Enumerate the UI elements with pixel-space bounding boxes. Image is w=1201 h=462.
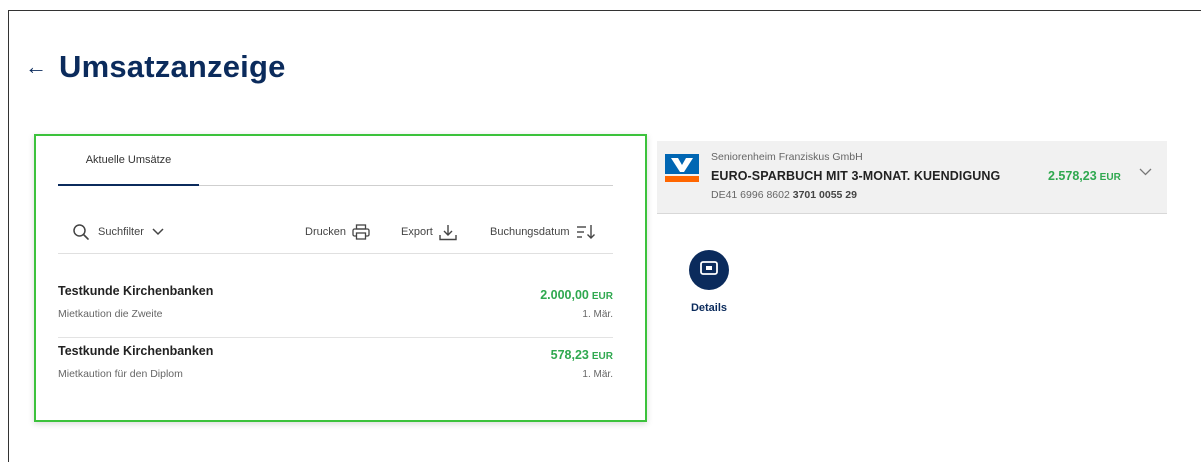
export-label: Export: [401, 226, 433, 238]
transaction-row[interactable]: Testkunde Kirchenbanken Mietkaution für …: [58, 338, 613, 398]
card-icon: [700, 260, 718, 280]
printer-icon: [352, 224, 370, 240]
transaction-date: 1. Mär.: [582, 369, 613, 380]
transaction-description: Mietkaution die Zweite: [58, 308, 163, 320]
amount-value: 2.000,00: [540, 288, 589, 302]
transactions-toolbar: Suchfilter Drucken Export Buchungsdatum: [58, 218, 613, 254]
tab-bar: Aktuelle Umsätze: [58, 136, 613, 186]
arrow-left-icon[interactable]: ←: [25, 56, 47, 78]
transaction-description: Mietkaution für den Diplom: [58, 368, 183, 380]
account-balance: 2.578,23 EUR: [1048, 169, 1121, 183]
transaction-row[interactable]: Testkunde Kirchenbanken Mietkaution die …: [58, 278, 613, 338]
page-title: Umsatzanzeige: [59, 49, 286, 84]
print-label: Drucken: [305, 226, 346, 238]
iban-prefix: DE41 6996 8602: [711, 189, 790, 201]
transactions-panel: Aktuelle Umsätze Suchfilter Drucken Expo…: [34, 134, 647, 422]
search-icon: [72, 223, 90, 241]
tab-aktuelle-umsaetze[interactable]: Aktuelle Umsätze: [58, 136, 199, 186]
amount-value: 578,23: [550, 348, 589, 362]
account-owner: Seniorenheim Franziskus GmbH: [711, 151, 863, 163]
amount-currency: EUR: [591, 351, 613, 362]
sort-label: Buchungsdatum: [490, 226, 570, 238]
export-button[interactable]: Export: [401, 218, 457, 246]
search-filter-button[interactable]: Suchfilter: [72, 218, 164, 246]
transactions-list: Testkunde Kirchenbanken Mietkaution die …: [58, 278, 613, 398]
iban-account-number: 3701 0055 29: [792, 189, 857, 201]
balance-value: 2.578,23: [1048, 169, 1097, 183]
account-card[interactable]: Seniorenheim Franziskus GmbH EURO-SPARBU…: [657, 141, 1167, 214]
transaction-name: Testkunde Kirchenbanken: [58, 284, 214, 298]
transaction-amount: 578,23 EUR: [551, 348, 613, 362]
search-filter-label: Suchfilter: [98, 226, 144, 238]
chevron-down-icon[interactable]: [1139, 163, 1152, 181]
sort-button[interactable]: Buchungsdatum: [490, 218, 596, 246]
volksbank-logo-icon: [665, 154, 699, 182]
details-icon-circle: [689, 250, 729, 290]
account-iban: DE41 6996 8602 3701 0055 29: [711, 189, 857, 201]
page-header: ← Umsatzanzeige: [25, 42, 286, 92]
transaction-date: 1. Mär.: [582, 309, 613, 320]
balance-currency: EUR: [1099, 172, 1121, 183]
print-button[interactable]: Drucken: [305, 218, 370, 246]
amount-currency: EUR: [591, 291, 613, 302]
details-button[interactable]: Details: [684, 250, 734, 314]
transaction-amount: 2.000,00 EUR: [540, 288, 613, 302]
details-label: Details: [690, 302, 728, 314]
download-icon: [439, 224, 457, 241]
transaction-name: Testkunde Kirchenbanken: [58, 344, 214, 358]
sort-descending-icon: [576, 224, 596, 240]
chevron-down-icon: [152, 228, 164, 236]
account-name: EURO-SPARBUCH MIT 3-MONAT. KUENDIGUNG: [711, 169, 1001, 183]
